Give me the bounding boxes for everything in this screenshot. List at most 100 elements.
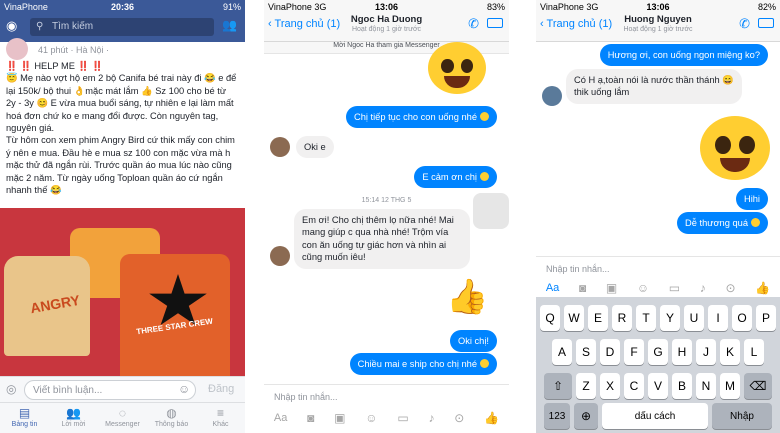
avatar[interactable] [6, 38, 28, 60]
eye [715, 136, 731, 155]
text-format-icon[interactable]: Aa [274, 412, 287, 424]
text-format-icon[interactable]: Aa [546, 282, 559, 294]
shift-key[interactable]: ⇧ [544, 373, 572, 399]
key-x[interactable]: X [600, 373, 620, 399]
key-k[interactable]: K [720, 339, 740, 365]
globe-key[interactable]: ⊕ [574, 403, 598, 429]
post-comment-button[interactable]: Đăng [208, 383, 234, 395]
comment-input[interactable]: Viết bình luận... [24, 380, 196, 400]
key-v[interactable]: V [648, 373, 668, 399]
camera-icon[interactable]: ◎ [6, 382, 16, 396]
camera-icon[interactable]: ◙ [579, 281, 586, 295]
keyboard-row: ASDFGHJKL [536, 339, 780, 365]
message-bubble[interactable]: Hương ơi, con uống ngon miệng ko? [599, 44, 768, 67]
post-photo[interactable]: ANGRY THREE STAR CREW [0, 208, 245, 376]
message-bubble[interactable]: Oki chị! [450, 330, 497, 353]
search-icon: ⚲ [36, 21, 44, 32]
key-c[interactable]: C [624, 373, 644, 399]
key-a[interactable]: A [552, 339, 572, 365]
message-bubble[interactable]: Dễ thương quá [677, 212, 768, 235]
message-bubble[interactable]: Hihi [735, 188, 768, 211]
message-bubble[interactable]: Chị tiếp tục cho con uống nhé [345, 106, 497, 129]
key-s[interactable]: S [576, 339, 596, 365]
bottom-nav: ▤ Bảng tin 👥 Lời mời ◌ Messenger ◍ Thông báo… [0, 402, 245, 433]
key-g[interactable]: G [648, 339, 668, 365]
emoji-icon[interactable]: ☺ [365, 411, 377, 425]
message-bubble[interactable]: Có H ạ,toàn nói là nước thần thánh 😄 thi… [566, 69, 742, 104]
microphone-icon[interactable]: ♪ [428, 411, 434, 425]
key-r[interactable]: R [612, 305, 632, 331]
tab-notifications[interactable]: ◍ Thông báo [147, 403, 196, 433]
composer-toolbar: Aa ◙ ▣ ☺ ▭ ♪ ⊙ 👍 [264, 405, 509, 431]
tab-more[interactable]: ≡ Khác [196, 403, 245, 433]
gif-icon[interactable]: ▭ [669, 281, 680, 295]
image-icon[interactable]: ▣ [334, 411, 345, 425]
message-bubble[interactable]: Chiều mai e ship cho chị nhé [349, 353, 497, 376]
sticker-placeholder [473, 193, 509, 229]
key-i[interactable]: I [708, 305, 728, 331]
mouth [444, 76, 470, 88]
message-bubble[interactable]: Oki e [296, 136, 334, 159]
message-text: Chiều mai e ship cho chị nhé [357, 359, 477, 369]
space-key[interactable]: dấu cách [602, 403, 708, 429]
menu-icon: ≡ [216, 406, 224, 420]
like-icon[interactable]: 👍 [755, 281, 770, 295]
status-bar: VinaPhone 3G 13:06 83% [264, 0, 509, 14]
friends-icon[interactable]: 👥 [222, 18, 237, 32]
key-l[interactable]: L [744, 339, 764, 365]
video-icon[interactable] [758, 18, 774, 28]
clock-label: 13:06 [374, 2, 399, 12]
key-t[interactable]: T [636, 305, 656, 331]
smile-emoji-icon [751, 218, 760, 227]
key-e[interactable]: E [588, 305, 608, 331]
backspace-key[interactable]: ⌫ [744, 373, 772, 399]
video-icon[interactable] [487, 18, 503, 28]
key-y[interactable]: Y [660, 305, 680, 331]
globe-icon: ◍ [166, 406, 177, 420]
eye [440, 58, 454, 74]
return-key[interactable]: Nhập [712, 403, 772, 429]
phone-icon[interactable]: ✆ [739, 16, 750, 32]
message-text: Hương ơi, con uống ngon miệng ko? [607, 50, 760, 60]
status-bar: VinaPhone 3G 13:06 82% [536, 0, 780, 14]
key-d[interactable]: D [600, 339, 620, 365]
messenger-screen-1: VinaPhone 3G 13:06 83% ‹ Trang chủ (1) N… [264, 0, 509, 433]
key-n[interactable]: N [696, 373, 716, 399]
microphone-icon[interactable]: ♪ [700, 281, 706, 295]
smiley-icon[interactable]: ☺ [178, 382, 190, 396]
post-meta: 41 phút · Hà Nội · [38, 45, 110, 55]
more-icon[interactable]: ⊙ [725, 281, 735, 295]
key-u[interactable]: U [684, 305, 704, 331]
comment-bar: ◎ Viết bình luận... ☺ Đăng [0, 376, 245, 402]
message-bubble[interactable]: E cảm ơn chị [414, 166, 497, 189]
camera-icon[interactable]: ◙ [307, 411, 314, 425]
phone-icon[interactable]: ✆ [468, 16, 479, 32]
news-feed-icon: ▤ [18, 406, 31, 420]
numbers-key[interactable]: 123 [544, 403, 570, 429]
tab-label: Messenger [105, 421, 140, 428]
key-m[interactable]: M [720, 373, 740, 399]
key-o[interactable]: O [732, 305, 752, 331]
key-q[interactable]: Q [540, 305, 560, 331]
image-icon[interactable]: ▣ [606, 281, 617, 295]
tab-messenger[interactable]: ◌ Messenger [98, 403, 147, 433]
message-input[interactable]: Nhập tin nhắn... [264, 384, 509, 406]
key-z[interactable]: Z [576, 373, 596, 399]
tab-news-feed[interactable]: ▤ Bảng tin [0, 403, 49, 433]
search-input[interactable]: ⚲ Tìm kiếm [30, 18, 214, 36]
camera-icon[interactable]: ◉ [6, 18, 17, 34]
emoji-icon[interactable]: ☺ [637, 281, 649, 295]
key-p[interactable]: P [756, 305, 776, 331]
key-h[interactable]: H [672, 339, 692, 365]
post-text: ‼️ ‼️ HELP ME ‼️ ‼️ 😇 Mẹ nào vợt hộ em 2… [6, 61, 237, 196]
key-w[interactable]: W [564, 305, 584, 331]
like-icon[interactable]: 👍 [484, 411, 499, 425]
search-placeholder: Tìm kiếm [52, 21, 94, 32]
key-f[interactable]: F [624, 339, 644, 365]
key-j[interactable]: J [696, 339, 716, 365]
key-b[interactable]: B [672, 373, 692, 399]
more-icon[interactable]: ⊙ [454, 411, 464, 425]
tab-requests[interactable]: 👥 Lời mời [49, 403, 98, 433]
message-bubble[interactable]: Em ơi! Cho chị thêm lọ nữa nhé! Mai mang… [294, 209, 470, 269]
gif-icon[interactable]: ▭ [397, 411, 408, 425]
